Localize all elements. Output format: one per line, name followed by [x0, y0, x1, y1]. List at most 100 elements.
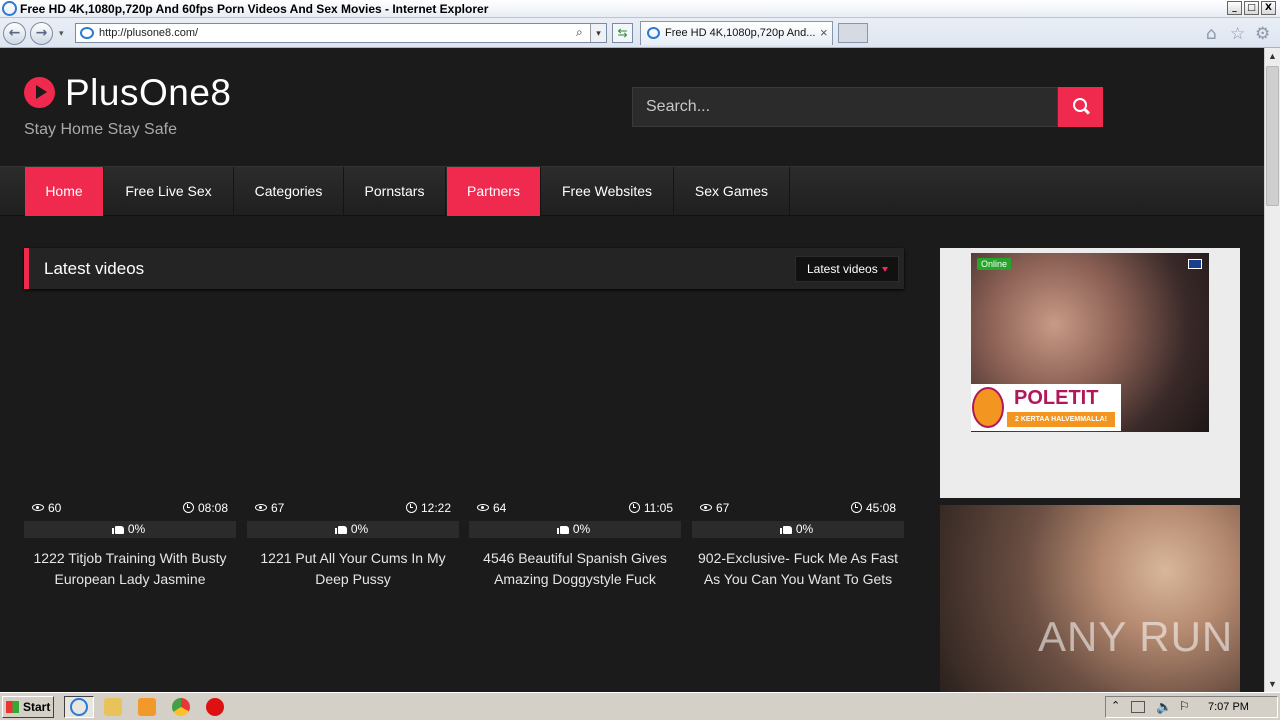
rating-value: 0%	[350, 522, 369, 536]
duration-value: 08:08	[197, 501, 228, 515]
clock-icon	[182, 502, 194, 513]
eye-icon	[32, 504, 44, 511]
clock-icon	[850, 502, 862, 513]
action-center-flag-icon[interactable]: ⚐	[1179, 699, 1190, 713]
address-dropdown-icon[interactable]: ▾	[590, 24, 606, 42]
scroll-up-icon[interactable]: ▲	[1265, 48, 1280, 64]
history-dropdown-icon[interactable]: ▾	[59, 28, 64, 39]
tab-label: Free HD 4K,1080p,720p And...	[665, 27, 816, 39]
maximize-button[interactable]: □	[1244, 1, 1259, 15]
search-input[interactable]	[633, 88, 1057, 126]
eye-icon	[477, 504, 489, 511]
menu-item-partners[interactable]: Partners	[447, 167, 541, 216]
volume-icon[interactable]: 🔈	[1156, 699, 1172, 715]
tray-expand-icon[interactable]: ⌃	[1111, 699, 1120, 712]
sidebar-ad-video[interactable]: ANY RUN	[940, 505, 1240, 692]
duration-value: 11:05	[643, 501, 673, 515]
rating-bar: 0%	[469, 521, 681, 538]
ie-icon[interactable]	[70, 698, 88, 716]
video-title[interactable]: 1222 Titjob Training With Busty European…	[24, 548, 236, 590]
menu-item-sex-games[interactable]: Sex Games	[674, 167, 790, 216]
start-label: Start	[23, 700, 51, 714]
video-thumbnail[interactable]	[24, 302, 236, 519]
rating-bar: 0%	[24, 521, 236, 538]
search-button[interactable]	[1058, 87, 1103, 127]
windows-taskbar: Start ⌃ 🔈 ⚐ 7:07 PM	[0, 692, 1280, 720]
media-player-icon[interactable]	[138, 698, 156, 716]
page-favicon-icon	[80, 27, 94, 39]
network-icon[interactable]	[1131, 701, 1145, 713]
video-title[interactable]: 4546 Beautiful Spanish Gives Amazing Dog…	[469, 548, 681, 590]
main-menu: Home Free Live Sex Categories Pornstars …	[0, 166, 1264, 216]
ad-brand-name: POLETIT	[1014, 387, 1099, 409]
sidebar-ad-banner[interactable]: Online POLETIT 2 KERTAA HALVEMMALLA!	[940, 248, 1240, 498]
uk-flag-icon	[1188, 259, 1202, 269]
gear-icon[interactable]: ⚙	[1255, 24, 1270, 44]
logo-play-icon[interactable]	[24, 77, 55, 108]
favorites-star-icon[interactable]: ☆	[1230, 24, 1245, 44]
view-count: 60	[32, 501, 61, 515]
back-button[interactable]: ←	[3, 22, 26, 45]
site-tagline: Stay Home Stay Safe	[24, 121, 177, 138]
chrome-icon[interactable]	[172, 698, 190, 716]
ad-brand-banner: POLETIT 2 KERTAA HALVEMMALLA!	[971, 384, 1121, 431]
ad-image[interactable]: Online POLETIT 2 KERTAA HALVEMMALLA!	[971, 253, 1209, 432]
new-tab-button[interactable]	[838, 23, 868, 43]
video-title[interactable]: 902-Exclusive- Fuck Me As Fast As You Ca…	[692, 548, 904, 590]
minimize-button[interactable]: _	[1227, 1, 1242, 15]
scroll-down-icon[interactable]: ▼	[1265, 676, 1280, 692]
video-thumbnail[interactable]	[469, 302, 681, 519]
page-viewport: PlusOne8 Stay Home Stay Safe Home Free L…	[0, 48, 1264, 692]
ie-logo-icon	[2, 1, 17, 16]
rating-value: 0%	[795, 522, 814, 536]
video-thumbnail[interactable]	[247, 302, 459, 519]
address-url[interactable]: http://plusone8.com/	[99, 27, 198, 39]
menu-item-pornstars[interactable]: Pornstars	[344, 167, 446, 216]
search-icon[interactable]: ⌕	[576, 25, 583, 40]
duration-value: 12:22	[420, 501, 451, 515]
site-logo[interactable]: PlusOne8	[65, 72, 232, 114]
duration: 11:05	[628, 501, 673, 515]
menu-item-categories[interactable]: Categories	[234, 167, 344, 216]
ad-subtitle: 2 KERTAA HALVEMMALLA!	[1007, 412, 1115, 427]
video-thumbnail[interactable]	[692, 302, 904, 519]
latest-videos-header: Latest videos Latest videos	[24, 248, 904, 289]
forward-button[interactable]: →	[30, 22, 53, 45]
browser-tab[interactable]: Free HD 4K,1080p,720p And... ×	[640, 21, 833, 45]
menu-item-home[interactable]: Home	[25, 167, 104, 216]
address-bar[interactable]: http://plusone8.com/ ⌕ ▾	[75, 23, 607, 43]
system-tray: ⌃ 🔈 ⚐	[1105, 696, 1278, 718]
taskbar-clock[interactable]: 7:07 PM	[1208, 701, 1249, 713]
browser-navbar: ← → ▾ http://plusone8.com/ ⌕ ▾ ⇆ Free HD…	[0, 18, 1280, 48]
scrollbar-thumb[interactable]	[1266, 66, 1279, 206]
opera-icon[interactable]	[206, 698, 224, 716]
menu-item-free-websites[interactable]: Free Websites	[541, 167, 674, 216]
view-count: 64	[477, 501, 506, 515]
view-count: 67	[255, 501, 284, 515]
tab-close-icon[interactable]: ×	[820, 25, 828, 40]
clock-icon	[405, 502, 417, 513]
compatibility-refresh-button[interactable]: ⇆	[612, 23, 633, 43]
folder-icon[interactable]	[104, 698, 122, 716]
video-card[interactable]: 67 12:22 0% 1221 Put All Your Cums In My…	[247, 302, 459, 592]
views-value: 60	[48, 501, 62, 515]
sort-filter-label: Latest videos	[807, 262, 878, 276]
eye-icon	[700, 504, 712, 511]
window-titlebar: Free HD 4K,1080p,720p And 60fps Porn Vid…	[0, 0, 1280, 18]
video-card[interactable]: 64 11:05 0% 4546 Beautiful Spanish Gives…	[469, 302, 681, 592]
home-icon[interactable]: ⌂	[1206, 24, 1217, 44]
sort-filter-button[interactable]: Latest videos	[795, 256, 899, 282]
start-button[interactable]: Start	[2, 696, 54, 718]
rating-bar: 0%	[692, 521, 904, 538]
page-scrollbar[interactable]: ▲ ▼	[1264, 48, 1280, 692]
window-title: Free HD 4K,1080p,720p And 60fps Porn Vid…	[20, 2, 489, 16]
close-window-button[interactable]: X	[1261, 1, 1276, 15]
menu-item-free-live-sex[interactable]: Free Live Sex	[104, 167, 234, 216]
duration: 45:08	[850, 501, 896, 515]
duration-value: 45:08	[865, 501, 896, 515]
video-title[interactable]: 1221 Put All Your Cums In My Deep Pussy	[247, 548, 459, 590]
thumbs-up-icon	[779, 526, 792, 534]
video-card[interactable]: 60 08:08 0% 1222 Titjob Training With Bu…	[24, 302, 236, 592]
video-card[interactable]: 67 45:08 0% 902-Exclusive- Fuck Me As Fa…	[692, 302, 904, 592]
windows-flag-icon	[6, 701, 19, 713]
